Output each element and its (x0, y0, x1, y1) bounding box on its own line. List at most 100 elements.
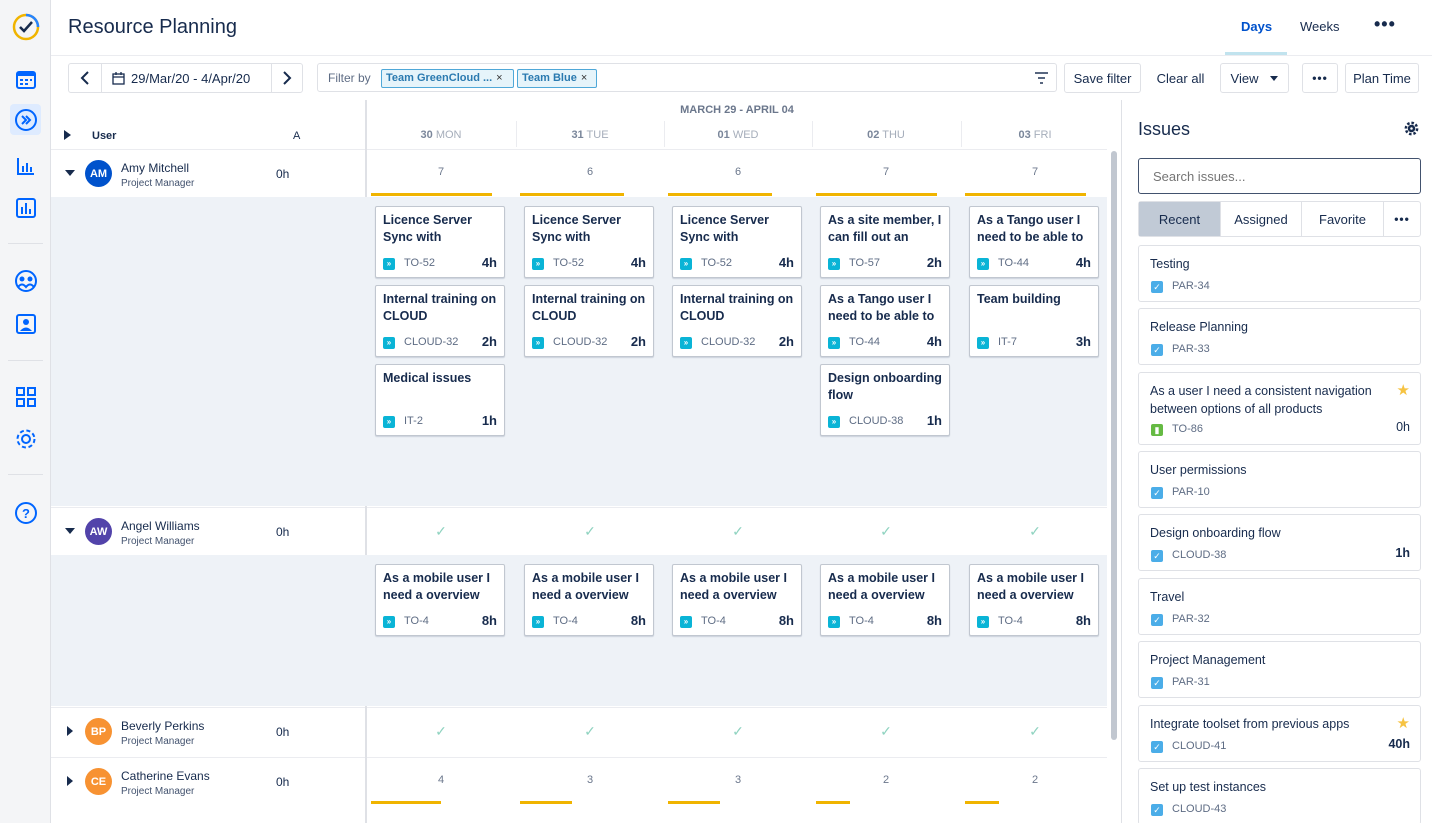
tab-favorite[interactable]: Favorite (1302, 202, 1384, 236)
chip-close-icon[interactable]: × (581, 72, 587, 84)
issue-item[interactable]: Design onboarding flow ✓ CLOUD-38 1h (1138, 514, 1421, 571)
worklog-card[interactable]: As a Tango user I need to be able to » TO-… (820, 285, 950, 357)
user-row[interactable]: AW Angel Williams Project Manager 0h (51, 507, 365, 555)
gear-icon[interactable] (1404, 121, 1419, 136)
user-icon[interactable] (10, 308, 41, 339)
worklog-card[interactable]: As a mobile user I need a overview » TO-4 8… (375, 564, 505, 636)
issue-key: CLOUD-32 (404, 336, 459, 348)
worklog-card[interactable]: Team building » IT-7 3h (969, 285, 1099, 357)
task-icon: ✓ (1151, 677, 1163, 689)
user-availability: 0h (276, 725, 290, 739)
bar-chart-icon[interactable] (10, 192, 41, 223)
filter-label: Filter by (328, 71, 371, 85)
issue-key: CLOUD-41 (1172, 740, 1227, 752)
tab-weeks[interactable]: Weeks (1300, 19, 1340, 34)
worklog-card[interactable]: Licence Server Sync with » TO-52 4h (375, 206, 505, 278)
worklog-card[interactable]: Licence Server Sync with » TO-52 4h (524, 206, 654, 278)
card-hours: 8h (926, 613, 942, 628)
next-week-button[interactable] (271, 63, 303, 93)
check-icon: ✓ (1029, 523, 1041, 539)
header-more-button[interactable]: ••• (1374, 14, 1396, 35)
issue-type-icon: » (680, 616, 692, 628)
task-icon: ✓ (1151, 804, 1163, 816)
issue-key: PAR-32 (1172, 613, 1210, 625)
calendar-icon[interactable] (10, 63, 41, 94)
worklog-card[interactable]: As a Tango user I need to be able to » TO-… (969, 206, 1099, 278)
worklog-card[interactable]: Design onboarding flow » CLOUD-38 1h (820, 364, 950, 436)
filter-icon[interactable] (1035, 72, 1048, 84)
worklog-card[interactable]: As a mobile user I need a overview » TO-4 8… (820, 564, 950, 636)
save-filter-button[interactable]: Save filter (1064, 63, 1141, 93)
resource-planning-icon[interactable] (10, 104, 41, 135)
card-hours: 2h (630, 334, 646, 349)
day-header: 31 TUE (571, 129, 609, 141)
worklog-card[interactable]: As a mobile user I need a overview » TO-4 8… (969, 564, 1099, 636)
worklog-card[interactable]: As a site member, I can fill out an » TO-5… (820, 206, 950, 278)
worklog-card[interactable]: As a mobile user I need a overview » TO-4 8… (672, 564, 802, 636)
expand-icon[interactable] (67, 776, 73, 786)
avatar: AM (85, 160, 112, 187)
app-logo-icon[interactable] (10, 11, 41, 42)
issues-more-button[interactable]: ••• (1384, 202, 1420, 236)
issue-item[interactable]: Project Management ✓ PAR-31 (1138, 641, 1421, 698)
tab-days[interactable]: Days (1241, 19, 1272, 34)
card-hours: 4h (778, 255, 794, 270)
card-hours: 2h (481, 334, 497, 349)
dashboard-icon[interactable] (10, 381, 41, 412)
expand-all-icon[interactable] (64, 130, 72, 140)
card-title: Licence Server Sync with (383, 213, 472, 244)
filter-chip-team-blue[interactable]: Team Blue × (517, 69, 597, 88)
tab-recent[interactable]: Recent (1139, 202, 1221, 236)
availability-column-header[interactable]: A (293, 130, 300, 142)
user-row[interactable]: BP Beverly Perkins Project Manager 0h (51, 707, 365, 755)
grid-scrollbar[interactable] (1111, 151, 1117, 740)
clear-all-button[interactable]: Clear all (1148, 63, 1213, 93)
help-icon[interactable]: ? (10, 497, 41, 528)
issue-item[interactable]: Integrate toolset from previous apps ✓ CLO… (1138, 705, 1421, 762)
issue-type-icon: » (532, 258, 544, 270)
issue-item[interactable]: Travel ✓ PAR-32 (1138, 578, 1421, 635)
plan-time-button[interactable]: Plan Time (1345, 63, 1419, 93)
worklog-card[interactable]: As a mobile user I need a overview » TO-4 8… (524, 564, 654, 636)
worklog-card[interactable]: Internal training on CLOUD » CLOUD-32 2h (672, 285, 802, 357)
tab-assigned[interactable]: Assigned (1221, 202, 1302, 236)
star-icon[interactable]: ★ (1397, 714, 1410, 732)
prev-week-button[interactable] (68, 63, 102, 93)
user-role: Project Manager (121, 536, 195, 547)
issue-key: TO-52 (553, 257, 584, 269)
teams-icon[interactable] (10, 265, 41, 296)
user-column-header[interactable]: User (92, 130, 116, 142)
worklog-card[interactable]: Medical issues » IT-2 1h (375, 364, 505, 436)
expand-icon[interactable] (67, 726, 73, 736)
issue-title: Set up test instances (1150, 780, 1267, 794)
search-issues-input[interactable] (1138, 158, 1421, 194)
issue-key: TO-86 (1172, 423, 1203, 435)
filter-chip-greencloud[interactable]: Team GreenCloud ... × (381, 69, 514, 88)
issue-item[interactable]: As a user I need a consistent navigation… (1138, 372, 1421, 445)
collapse-icon[interactable] (65, 528, 75, 534)
chip-close-icon[interactable]: × (496, 72, 502, 84)
user-row[interactable]: AM Amy Mitchell Project Manager 0h (51, 149, 365, 197)
filter-bar[interactable]: Filter by Team GreenCloud ... × Team Blue… (317, 63, 1057, 92)
issue-item[interactable]: Testing ✓ PAR-34 (1138, 245, 1421, 302)
check-icon: ✓ (435, 523, 447, 539)
reports-icon[interactable] (10, 150, 41, 181)
issue-item[interactable]: User permissions ✓ PAR-10 (1138, 451, 1421, 508)
issue-item[interactable]: Release Planning ✓ PAR-33 (1138, 308, 1421, 365)
star-icon[interactable]: ★ (1397, 381, 1410, 399)
issue-key: TO-52 (404, 257, 435, 269)
view-dropdown[interactable]: View (1220, 63, 1289, 93)
worklog-card[interactable]: Licence Server Sync with » TO-52 4h (672, 206, 802, 278)
collapse-icon[interactable] (65, 170, 75, 176)
day-header: 01 WED (717, 129, 759, 141)
worklog-card[interactable]: Internal training on CLOUD » CLOUD-32 2h (375, 285, 505, 357)
user-row[interactable]: CE Catherine Evans Project Manager 0h (51, 757, 365, 805)
issue-item[interactable]: Set up test instances ✓ CLOUD-43 (1138, 768, 1421, 823)
settings-icon[interactable] (10, 423, 41, 454)
toolbar-more-button[interactable]: ••• (1302, 63, 1338, 93)
date-range-picker[interactable]: 29/Mar/20 - 4/Apr/20 (101, 63, 272, 93)
worklog-card[interactable]: Internal training on CLOUD » CLOUD-32 2h (524, 285, 654, 357)
day-header: 03 FRI (1018, 129, 1052, 141)
check-icon: ✓ (880, 723, 892, 739)
day-header: 30 MON (420, 129, 462, 141)
